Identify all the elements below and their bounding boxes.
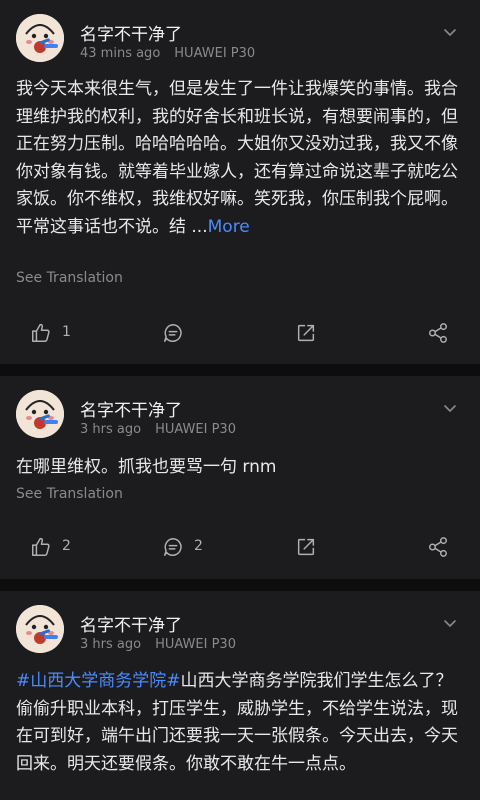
post-time: 43 mins ago [80,46,161,61]
feed: 名字不干净了 43 mins ago HUAWEI P30 我今天本来很生气，但是… [0,0,480,800]
post-card[interactable]: 名字不干净了 43 mins ago HUAWEI P30 我今天本来很生气，但是… [0,0,480,364]
share-network-icon[interactable] [427,322,449,344]
avatar[interactable] [16,605,64,653]
post-meta: 3 hrs ago HUAWEI P30 [80,422,236,437]
like-icon[interactable] [30,322,52,344]
post-text[interactable]: 在哪里维权。抓我也要骂一句 rnm [16,454,466,482]
comment-icon[interactable] [162,322,184,344]
post-device: HUAWEI P30 [174,46,256,61]
like-icon[interactable] [30,536,52,558]
see-translation-link[interactable]: See Translation [16,270,123,286]
chevron-down-icon[interactable] [442,24,458,40]
post-card[interactable]: 名字不干净了 3 hrs ago HUAWEI P30 #山西大学商务学院#山西大… [0,591,480,800]
post-meta: 43 mins ago HUAWEI P30 [80,46,255,61]
post-body-text: 我今天本来很生气，但是发生了一件让我爆笑的事情。我合理维护我的权利，我的好舍长和… [16,79,458,237]
avatar[interactable] [16,390,64,438]
avatar[interactable] [16,14,64,62]
post-card[interactable]: 名字不干净了 3 hrs ago HUAWEI P30 在哪里维权。抓我也要骂一句… [0,376,480,579]
post-device: HUAWEI P30 [155,422,236,437]
chevron-down-icon[interactable] [442,615,458,631]
chevron-down-icon[interactable] [442,400,458,416]
comment-count: 2 [194,538,203,554]
avatar-cartoon-icon [16,390,64,438]
action-bar: 1 [0,318,480,348]
share-icon[interactable] [295,536,317,558]
username[interactable]: 名字不干净了 [80,20,182,45]
see-translation-link[interactable]: See Translation [16,486,123,502]
avatar-cartoon-icon [16,605,64,653]
hashtag-link[interactable]: #山西大学商务学院# [16,671,181,691]
comment-icon[interactable] [162,536,184,558]
post-meta: 3 hrs ago HUAWEI P30 [80,637,236,652]
post-device: HUAWEI P30 [155,637,236,652]
like-count: 1 [62,324,71,340]
like-count: 2 [62,538,71,554]
post-time: 3 hrs ago [80,637,142,652]
action-bar: 2 2 [0,532,480,562]
username[interactable]: 名字不干净了 [80,611,182,636]
more-link[interactable]: More [208,217,250,237]
avatar-cartoon-icon [16,14,64,62]
post-time: 3 hrs ago [80,422,142,437]
post-text[interactable]: #山西大学商务学院#山西大学商务学院我们学生怎么了？偷偷升职业本科，打压学生，威… [16,668,466,778]
post-text[interactable]: 我今天本来很生气，但是发生了一件让我爆笑的事情。我合理维护我的权利，我的好舍长和… [16,76,466,241]
share-network-icon[interactable] [427,536,449,558]
username[interactable]: 名字不干净了 [80,396,182,421]
share-icon[interactable] [295,322,317,344]
